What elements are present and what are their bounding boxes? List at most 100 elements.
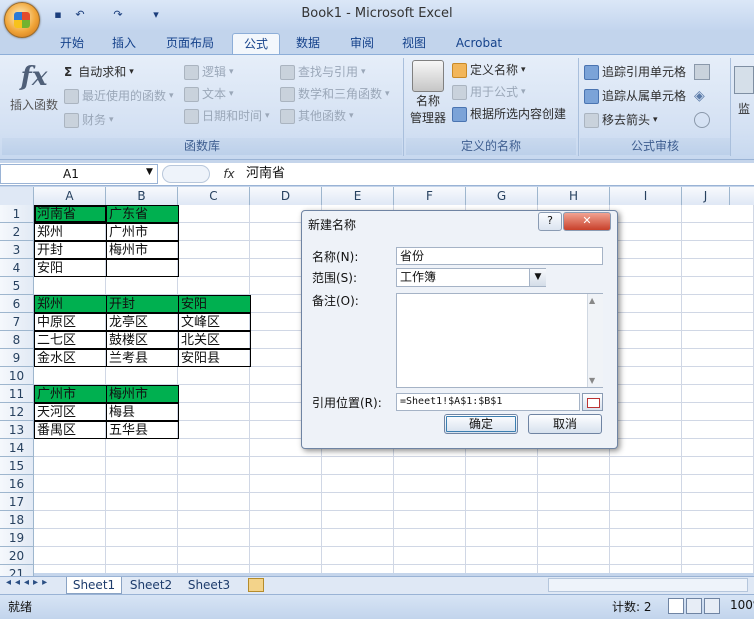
cancel-button[interactable]: 取消 [528,414,602,434]
scroll-down-icon[interactable]: ▼ [589,376,595,385]
cell-b7[interactable]: 龙亭区 [106,313,179,331]
evaluate-formula-icon[interactable] [694,112,710,128]
row-header-7[interactable]: 7 [0,313,34,331]
row-header-13[interactable]: 13 [0,421,34,439]
financial-button[interactable]: 财务 ▾ [64,110,114,130]
row-header-4[interactable]: 4 [0,259,34,277]
cell-a13[interactable]: 番禺区 [34,421,107,439]
tab-data[interactable]: 数据 [286,33,330,54]
insert-function-button[interactable]: fx 插入函数 [6,60,62,113]
row-header-17[interactable]: 17 [0,493,34,511]
define-name-button[interactable]: 定义名称 ▾ [452,60,526,80]
create-from-selection-button[interactable]: 根据所选内容创建 [452,104,566,124]
cell-b13[interactable]: 五华县 [106,421,179,439]
name-box[interactable]: A1 [0,164,158,184]
cell-b8[interactable]: 鼓楼区 [106,331,179,349]
row-header-1[interactable]: 1 [0,205,34,223]
sheet-nav-arrows-icon[interactable]: ◂◂◂▸▸ [6,577,51,588]
tab-view[interactable]: 视图 [392,33,436,54]
trace-dependents-button[interactable]: 追踪从属单元格 [584,86,686,106]
math-trig-button[interactable]: 数学和三角函数 ▾ [280,84,390,104]
formula-bar-resize-handle[interactable] [162,165,210,183]
trace-precedents-button[interactable]: 追踪引用单元格 [584,62,686,82]
column-header-h[interactable]: H [538,187,610,205]
cell-b3[interactable]: 梅州市 [106,241,179,259]
row-header-9[interactable]: 9 [0,349,34,367]
row-header-19[interactable]: 19 [0,529,34,547]
column-header-a[interactable]: A [34,187,106,205]
sheet-tab-1[interactable]: Sheet1 [66,577,122,594]
row-header-16[interactable]: 16 [0,475,34,493]
use-in-formula-button[interactable]: 用于公式 ▾ [452,82,526,102]
row-header-10[interactable]: 10 [0,367,34,385]
remove-arrows-button[interactable]: 移去箭头 ▾ [584,110,658,130]
cell-a2[interactable]: 郑州 [34,223,107,241]
comment-scrollbar[interactable] [587,294,603,387]
horizontal-scrollbar[interactable] [548,578,748,592]
tab-formulas[interactable]: 公式 [232,33,280,55]
error-check-icon[interactable]: ◈ [694,88,710,104]
cell-b1[interactable]: 广东省 [106,205,179,223]
name-manager-button[interactable]: 名称 管理器 [406,60,450,126]
cell-c8[interactable]: 北关区 [178,331,251,349]
sheet-tab-2[interactable]: Sheet2 [124,577,178,593]
comment-textarea[interactable] [396,293,603,388]
more-functions-button[interactable]: 其他函数 ▾ [280,106,354,126]
page-layout-view-icon[interactable] [686,598,702,614]
cell-a6[interactable]: 郑州 [34,295,107,313]
collapse-dialog-button[interactable] [582,393,603,411]
row-header-8[interactable]: 8 [0,331,34,349]
row-header-12[interactable]: 12 [0,403,34,421]
cell-c7[interactable]: 文峰区 [178,313,251,331]
name-box-dropdown-icon[interactable]: ▼ [146,167,153,177]
close-button[interactable]: ✕ [563,212,611,231]
refers-to-input[interactable]: =Sheet1!$A$1:$B$1 [396,393,580,411]
cell-a4[interactable]: 安阳 [34,259,107,277]
cell-a12[interactable]: 天河区 [34,403,107,421]
tab-page-layout[interactable]: 页面布局 [156,33,224,54]
row-header-3[interactable]: 3 [0,241,34,259]
cell-a7[interactable]: 中原区 [34,313,107,331]
text-functions-button[interactable]: 文本 ▾ [184,84,234,104]
column-header-e[interactable]: E [322,187,394,205]
normal-view-icon[interactable] [668,598,684,614]
cell-a9[interactable]: 金水区 [34,349,107,367]
cell-b6[interactable]: 开封 [106,295,179,313]
autosum-button[interactable]: Σ 自动求和 ▾ [64,62,134,82]
insert-function-icon[interactable]: fx [214,165,244,183]
insert-sheet-icon[interactable] [248,578,264,592]
page-break-view-icon[interactable] [704,598,720,614]
cell-c6[interactable]: 安阳 [178,295,251,313]
row-header-11[interactable]: 11 [0,385,34,403]
name-input[interactable]: 省份 [396,247,603,265]
cell-b12[interactable]: 梅县 [106,403,179,421]
lookup-button[interactable]: 查找与引用 ▾ [280,62,366,82]
column-header-c[interactable]: C [178,187,250,205]
column-header-i[interactable]: I [610,187,682,205]
select-all-corner[interactable] [0,187,34,205]
sheet-tab-3[interactable]: Sheet3 [182,577,236,593]
row-header-2[interactable]: 2 [0,223,34,241]
logical-button[interactable]: 逻辑 ▾ [184,62,234,82]
tab-acrobat[interactable]: Acrobat [448,33,510,54]
cell-b11[interactable]: 梅州市 [106,385,179,403]
row-header-6[interactable]: 6 [0,295,34,313]
office-button[interactable] [4,2,40,38]
cell-a8[interactable]: 二七区 [34,331,107,349]
column-header-f[interactable]: F [394,187,466,205]
cell-b2[interactable]: 广州市 [106,223,179,241]
column-header-d[interactable]: D [250,187,322,205]
datetime-button[interactable]: 日期和时间 ▾ [184,106,270,126]
row-header-5[interactable]: 5 [0,277,34,295]
tab-home[interactable]: 开始 [50,33,94,54]
formula-input[interactable]: 河南省 [246,164,746,184]
cell-a11[interactable]: 广州市 [34,385,107,403]
row-header-20[interactable]: 20 [0,547,34,565]
row-header-14[interactable]: 14 [0,439,34,457]
column-header-b[interactable]: B [106,187,178,205]
zoom-level[interactable]: 100% [730,598,754,612]
cell-b9[interactable]: 兰考县 [106,349,179,367]
tab-insert[interactable]: 插入 [102,33,146,54]
cell-a3[interactable]: 开封 [34,241,107,259]
cell-b4[interactable] [106,259,179,277]
